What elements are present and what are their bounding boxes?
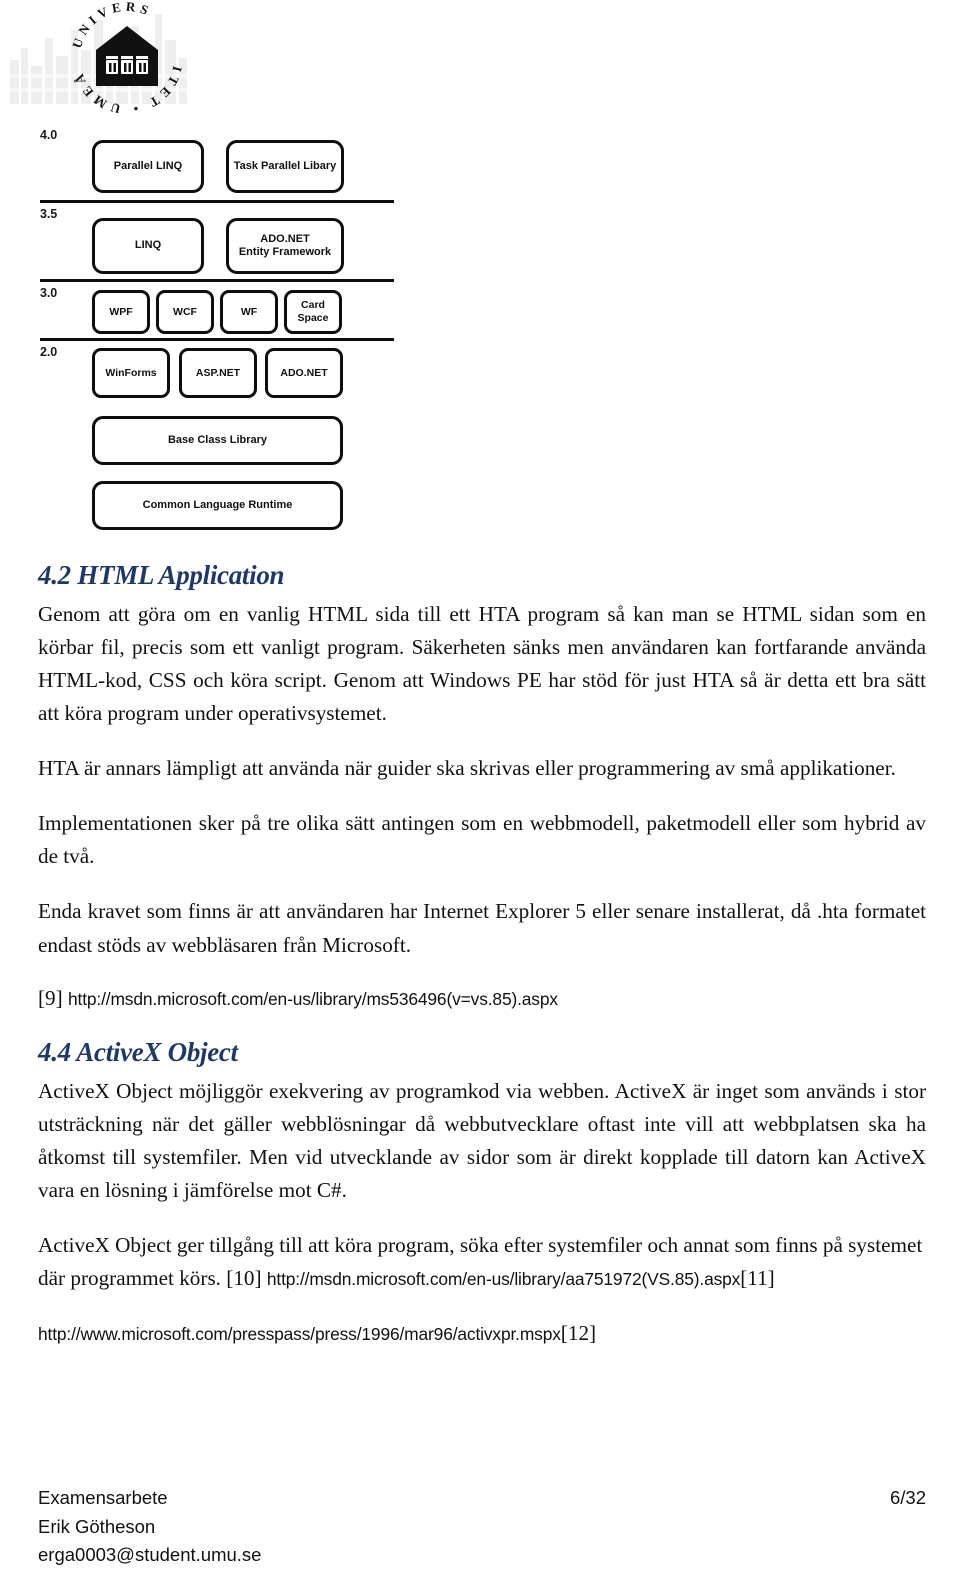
diagram-box-card-space: Card Space [284, 290, 342, 334]
umea-university-logo-icon: UNIVERS ITET • UMEÅ [69, 2, 181, 114]
reference-12: http://www.microsoft.com/presspass/press… [38, 1317, 926, 1350]
dotnet-framework-diagram: 4.0 3.5 3.0 2.0 Parallel LINQ Task Paral… [34, 126, 434, 546]
paragraph-hta-implementation: Implementationen sker på tre olika sätt … [38, 811, 926, 869]
section-heading-activex-object: 4.4 ActiveX Object [38, 1036, 238, 1067]
version-label-4-0: 4.0 [40, 128, 58, 142]
diagram-box-ado-net-entity-framework: ADO.NET Entity Framework [226, 218, 344, 274]
document-body: 4.2 HTML Application Genom att göra om e… [38, 560, 926, 1372]
paragraph-activex-closing: ActiveX Object ger tillgång till att kör… [38, 1229, 926, 1295]
diagram-box-base-class-library: Base Class Library [92, 416, 343, 465]
divider-4-0 [40, 200, 394, 203]
footer-page-number: 6/32 [889, 1487, 926, 1508]
footer-author: Erik Götheson [38, 1515, 156, 1537]
reference-9: [9] http://msdn.microsoft.com/en-us/libr… [38, 982, 926, 1015]
reference-marker-9: [9] [38, 985, 63, 1010]
diagram-box-wf: WF [220, 290, 278, 334]
reference-marker-12: [12] [560, 1321, 597, 1345]
reference-url-9[interactable]: http://msdn.microsoft.com/en-us/library/… [68, 989, 558, 1009]
diagram-box-wpf: WPF [92, 290, 150, 334]
version-label-3-5: 3.5 [40, 207, 58, 221]
diagram-box-wcf: WCF [156, 290, 214, 334]
paragraph-hta-intro: Genom att göra om en vanlig HTML sida ti… [38, 602, 926, 726]
reference-url-10[interactable]: http://msdn.microsoft.com/en-us/library/… [267, 1269, 740, 1289]
diagram-box-linq: LINQ [92, 218, 204, 274]
diagram-box-task-parallel-libary: Task Parallel Libary [226, 140, 344, 193]
reference-url-12[interactable]: http://www.microsoft.com/presspass/press… [38, 1324, 561, 1344]
diagram-box-ado-net: ADO.NET [265, 348, 343, 398]
footer-email: erga0003@student.umu.se [38, 1544, 262, 1566]
diagram-box-winforms: WinForms [92, 348, 170, 398]
page-footer: Examensarbete 6/32 Erik Götheson erga000… [38, 1484, 926, 1570]
diagram-box-common-language-runtime: Common Language Runtime [92, 481, 343, 530]
diagram-box-parallel-linq: Parallel LINQ [92, 140, 204, 193]
paragraph-activex-intro: ActiveX Object möjliggör exekvering av p… [38, 1078, 926, 1202]
version-label-2-0: 2.0 [40, 345, 58, 359]
paragraph-hta-requirement: Enda kravet som finns är att användaren … [38, 899, 926, 957]
reference-marker-11: [11] [740, 1265, 775, 1290]
divider-3-5 [40, 279, 394, 282]
footer-document-type: Examensarbete [38, 1487, 168, 1508]
page-header: UNIVERS ITET • UMEÅ [0, 0, 960, 120]
divider-3-0 [40, 338, 394, 341]
version-label-3-0: 3.0 [40, 286, 58, 300]
section-heading-html-application: 4.2 HTML Application [38, 560, 285, 590]
reference-marker-10: [10] [226, 1265, 262, 1290]
diagram-box-asp-net: ASP.NET [179, 348, 257, 398]
paragraph-hta-usage: HTA är annars lämpligt att använda när g… [38, 756, 896, 781]
